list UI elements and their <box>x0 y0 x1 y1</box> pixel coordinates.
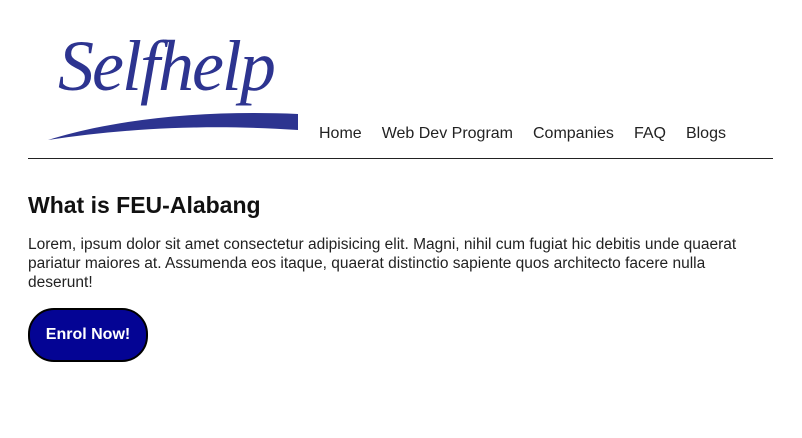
logo-wordmark: Selfhelp <box>58 26 276 106</box>
logo-swoosh <box>48 113 298 140</box>
main-content: What is FEU-Alabang Lorem, ipsum dolor s… <box>28 190 773 362</box>
enrol-now-button[interactable]: Enrol Now! <box>28 308 148 362</box>
nav-companies[interactable]: Companies <box>533 124 614 144</box>
nav-home[interactable]: Home <box>319 124 362 144</box>
selfhelp-logo[interactable]: Selfhelp <box>48 30 303 142</box>
site-header: Selfhelp Home Web Dev Program Companies … <box>28 0 773 159</box>
nav-blogs[interactable]: Blogs <box>686 124 726 144</box>
page-title: What is FEU-Alabang <box>28 192 261 218</box>
main-nav: Home Web Dev Program Companies FAQ Blogs <box>319 124 746 144</box>
nav-faq[interactable]: FAQ <box>634 124 666 144</box>
nav-web-dev-program[interactable]: Web Dev Program <box>382 124 513 144</box>
intro-paragraph: Lorem, ipsum dolor sit amet consectetur … <box>28 236 737 291</box>
